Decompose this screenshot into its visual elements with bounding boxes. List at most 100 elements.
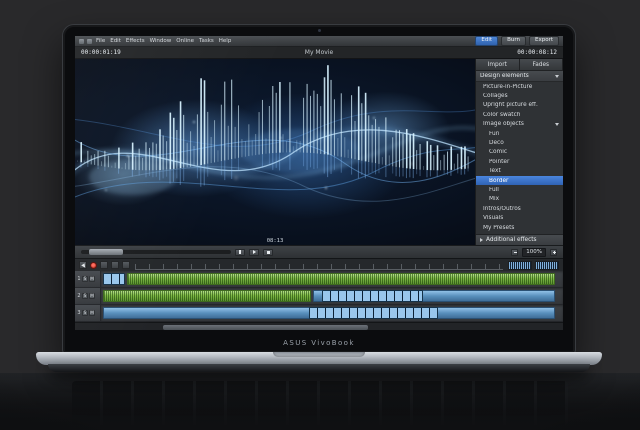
- zoom-in-icon[interactable]: [550, 249, 557, 256]
- preview-scrollbar[interactable]: [81, 250, 231, 254]
- track-number: 2: [77, 293, 81, 299]
- arrow-tool-icon[interactable]: [79, 261, 87, 269]
- jump-start-icon: [239, 250, 242, 254]
- sidebar-item-full[interactable]: Full: [476, 185, 563, 194]
- effects-sidebar: Import Fades Design elements Picture-in-…: [475, 59, 563, 245]
- sidebar-item-comic[interactable]: Comic: [476, 148, 563, 157]
- video-thumbnail-clip[interactable]: [103, 273, 125, 285]
- sidebar-item-image-objects[interactable]: Image objects: [476, 120, 563, 129]
- webcam-icon: [318, 29, 321, 32]
- sidebar-item-upright-picture[interactable]: Upright picture eff.: [476, 101, 563, 110]
- sidebar-item-intros-outros[interactable]: Intros/Outros: [476, 204, 563, 213]
- sidebar-item-my-presets[interactable]: My Presets: [476, 223, 563, 232]
- zoom-out-icon[interactable]: [511, 249, 518, 256]
- jump-start-button[interactable]: [235, 249, 245, 256]
- sidebar-tabs: Import Fades: [476, 59, 563, 71]
- menu-item-file[interactable]: File: [95, 38, 106, 44]
- timeline-scrollbar-handle[interactable]: [163, 325, 368, 330]
- sidebar-group-additional-effects[interactable]: Additional effects: [476, 234, 563, 245]
- laptop-screen: File Edit Effects Window Online Tasks He…: [62, 24, 576, 354]
- track-row-2: 2 S M: [75, 288, 563, 305]
- timeline-toolbar: [75, 258, 563, 271]
- zoom-level: 100%: [522, 248, 546, 257]
- solo-button[interactable]: S: [82, 276, 88, 282]
- timecode-duration: 00:00:08:12: [517, 49, 557, 56]
- sidebar-item-color-swatch[interactable]: Color swatch: [476, 110, 563, 119]
- caret-down-icon: [555, 123, 559, 126]
- stop-button[interactable]: [263, 249, 273, 256]
- transport-bar: 100%: [75, 245, 563, 258]
- sidebar-item-border-selected[interactable]: Border: [476, 176, 563, 185]
- preview-visualization: [75, 59, 475, 245]
- delete-tool-icon[interactable]: [122, 261, 130, 269]
- timeline-tracks: 1 S M 2 S M: [75, 271, 563, 330]
- edit-mode-button[interactable]: Edit: [475, 36, 498, 46]
- video-preview: 08:13: [75, 59, 475, 245]
- audio-waveform-display-right: [535, 261, 559, 270]
- solo-button[interactable]: S: [82, 310, 88, 316]
- tab-fades[interactable]: Fades: [520, 59, 564, 70]
- timecode-current: 00:00:01:19: [81, 49, 121, 56]
- sidebar-item-fun[interactable]: Fun: [476, 129, 563, 138]
- laptop-base-front: [48, 364, 590, 372]
- caret-right-icon: [480, 238, 483, 242]
- sidebar-item-deco[interactable]: Deco: [476, 138, 563, 147]
- mute-button[interactable]: M: [89, 276, 95, 282]
- track-row-1: 1 S M: [75, 271, 563, 288]
- menu-bar: File Edit Effects Window Online Tasks He…: [75, 36, 563, 47]
- mute-button[interactable]: M: [89, 310, 95, 316]
- sidebar-item-visuals[interactable]: Visuals: [476, 213, 563, 222]
- track-3-lane[interactable]: [101, 305, 563, 321]
- sidebar-group-design-elements[interactable]: Design elements: [476, 71, 563, 82]
- deck-shadow: [0, 373, 640, 430]
- laptop-keyboard-deck: [0, 373, 640, 430]
- cut-tool-icon[interactable]: [111, 261, 119, 269]
- project-icon[interactable]: [87, 39, 92, 44]
- menu-item-window[interactable]: Window: [149, 38, 173, 44]
- playhead-position-label: 08:13: [75, 238, 475, 244]
- laptop-hinge-notch: [273, 352, 365, 357]
- audio-waveform-display-left: [508, 261, 532, 270]
- menu-item-tasks[interactable]: Tasks: [198, 38, 215, 44]
- burn-button[interactable]: Burn: [501, 36, 526, 46]
- track-row-3: 3 S M: [75, 305, 563, 322]
- record-icon[interactable]: [90, 262, 97, 269]
- track-number: 1: [77, 276, 81, 282]
- video-thumbnail-strip[interactable]: [309, 307, 438, 319]
- laptop-brand-label: ASUS VivoBook: [63, 339, 575, 347]
- menu-item-effects[interactable]: Effects: [125, 38, 146, 44]
- sidebar-list: Design elements Picture-in-Picture Colla…: [476, 71, 563, 234]
- sidebar-item-mix[interactable]: Mix: [476, 195, 563, 204]
- solo-button[interactable]: S: [82, 293, 88, 299]
- monitor-header: 00:00:01:19 My Movie 00:00:08:12: [75, 47, 563, 59]
- tab-import[interactable]: Import: [476, 59, 520, 70]
- track-1-header: 1 S M: [75, 271, 101, 287]
- app-window: File Edit Effects Window Online Tasks He…: [75, 36, 563, 330]
- spectrum-bars: [77, 65, 469, 187]
- timeline-scrollbar[interactable]: [75, 322, 563, 330]
- menu-item-help[interactable]: Help: [218, 38, 233, 44]
- preview-scrollbar-handle[interactable]: [89, 249, 123, 255]
- project-title: My Movie: [121, 49, 518, 56]
- stop-icon: [267, 251, 270, 254]
- audio-clip[interactable]: [127, 273, 555, 285]
- track-3-header: 3 S M: [75, 305, 101, 321]
- sidebar-item-pointer[interactable]: Pointer: [476, 157, 563, 166]
- export-button[interactable]: Export: [529, 36, 559, 46]
- track-2-lane[interactable]: [101, 288, 563, 304]
- play-icon: [253, 250, 256, 254]
- track-1-lane[interactable]: [101, 271, 563, 287]
- video-thumbnail-strip[interactable]: [322, 290, 424, 302]
- track-number: 3: [77, 310, 81, 316]
- app-icon[interactable]: [79, 39, 84, 44]
- menu-item-online[interactable]: Online: [175, 38, 195, 44]
- mute-button[interactable]: M: [89, 293, 95, 299]
- timeline-ruler[interactable]: [135, 261, 503, 270]
- audio-clip[interactable]: [103, 290, 311, 302]
- sidebar-item-picture-in-picture[interactable]: Picture-in-Picture: [476, 82, 563, 91]
- sidebar-item-text[interactable]: Text: [476, 167, 563, 176]
- magnet-tool-icon[interactable]: [100, 261, 108, 269]
- sidebar-item-collages[interactable]: Collages: [476, 91, 563, 100]
- play-button[interactable]: [249, 249, 259, 256]
- menu-item-edit[interactable]: Edit: [109, 38, 122, 44]
